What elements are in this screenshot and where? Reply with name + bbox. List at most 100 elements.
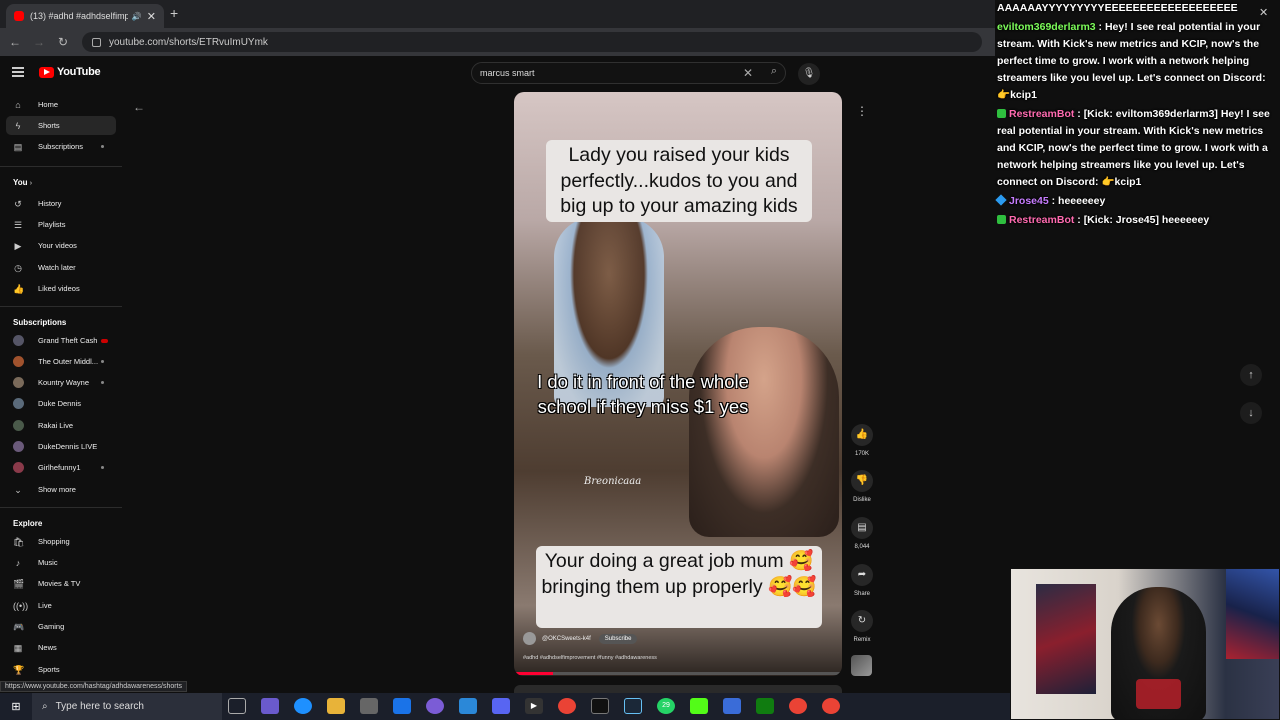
sidebar-item-sports[interactable]: 🏆 Sports (6, 660, 116, 679)
discord-icon[interactable] (492, 698, 510, 714)
kick-icon[interactable] (690, 698, 708, 714)
dislike-label: Dislike (853, 497, 871, 503)
remix-icon: ↻ (851, 610, 873, 632)
file-explorer-icon[interactable] (327, 698, 345, 714)
sidebar-item-liked-videos[interactable]: 👍 Liked videos (6, 279, 116, 298)
new-content-dot (101, 381, 104, 384)
search-icon[interactable]: ⌕ (771, 65, 777, 78)
channel-handle[interactable]: @OKCSweets-k4f (542, 636, 591, 642)
store-icon[interactable] (459, 698, 477, 714)
channel-avatar (13, 377, 24, 388)
next-short-preview[interactable] (514, 685, 842, 693)
comments-button[interactable]: ▤ 8,044 (848, 517, 876, 550)
sidebar-item-live[interactable]: ((•)) Live (6, 596, 116, 615)
new-tab-button[interactable]: + (170, 5, 178, 21)
app-icon[interactable] (426, 698, 444, 714)
clear-search-icon[interactable]: ✕ (743, 66, 753, 80)
sidebar-item-subscription[interactable]: The Outer Middl... (6, 352, 116, 371)
speaker-icon[interactable]: 🔊 (132, 12, 142, 21)
share-button[interactable]: ➦ Share (848, 564, 876, 597)
youtube-favicon-icon (14, 11, 24, 21)
task-view-icon[interactable] (228, 698, 246, 714)
sidebar-item-subscription[interactable]: Girlhefunny1 (6, 458, 116, 477)
sidebar-item-subscription[interactable]: DukeDennis LIVE (6, 437, 116, 456)
outlook-icon[interactable] (393, 698, 411, 714)
sidebar-item-news[interactable]: ▦ News (6, 638, 116, 657)
xbox-icon[interactable] (756, 698, 774, 714)
reload-icon[interactable]: ↻ (51, 35, 75, 49)
sidebar-item-label: Shorts (38, 121, 60, 130)
audio-thumbnail[interactable] (851, 655, 872, 676)
sidebar-item-subscription[interactable]: Kountry Wayne (6, 373, 116, 392)
chat-username: Jrose45 (1009, 195, 1049, 207)
sidebar-item-playlists[interactable]: ☰ Playlists (6, 215, 116, 234)
previous-short-arrow-icon[interactable]: ↑ (1240, 364, 1262, 386)
caption-middle: I do it in front of the whole school if … (537, 371, 749, 417)
chat-message: RestreamBot : [Kick: Jrose45] heeeeeey (997, 212, 1280, 229)
channel-avatar[interactable] (523, 632, 536, 645)
dislike-button[interactable]: 👎 Dislike (848, 470, 876, 503)
app-icon[interactable] (360, 698, 378, 714)
windows-start-icon[interactable]: ⊞ (0, 700, 32, 713)
sidebar-item-shorts[interactable]: ϟ Shorts (6, 116, 116, 135)
like-count: 170K (854, 451, 869, 457)
you-section-header[interactable]: You › (13, 178, 32, 187)
sidebar-item-subscription[interactable]: Grand Theft Cash (6, 331, 116, 350)
forward-icon[interactable]: → (27, 35, 51, 49)
browser-tab[interactable]: (13) #adhd #adhdselfimpro 🔊 ✕ (6, 4, 164, 28)
copilot-icon[interactable] (261, 698, 279, 714)
sidebar-item-movies[interactable]: 🎬 Movies & TV (6, 574, 116, 593)
more-options-icon[interactable]: ⋮ (856, 104, 868, 118)
sidebar-item-watch-later[interactable]: ◷ Watch later (6, 258, 116, 277)
back-arrow-icon[interactable]: ← (133, 100, 145, 114)
hashtags-link[interactable]: #adhd #adhdselfimprovement #funny #adhda… (523, 655, 657, 661)
chat-text: : [Kick: Jrose45] heeeeeey (1074, 214, 1210, 226)
remix-label: Remix (853, 637, 871, 643)
subscribe-button[interactable]: Subscribe (598, 633, 638, 644)
close-tab-icon[interactable]: ✕ (147, 10, 156, 23)
taskbar-apps: ▶ 29 (228, 698, 855, 714)
sidebar-item-subscription[interactable]: Rakai Live (6, 416, 116, 435)
url-field[interactable]: youtube.com/shorts/ETRvuImUYmk (82, 32, 982, 52)
status-link-preview: https://www.youtube.com/hashtag/adhdawar… (0, 681, 188, 692)
news-icon: ▦ (13, 642, 23, 653)
edge-icon[interactable] (294, 698, 312, 714)
remix-button[interactable]: ↻ Remix (848, 610, 876, 643)
chrome-icon[interactable] (789, 698, 807, 714)
taskbar-search-input[interactable]: ⌕ Type here to search (32, 693, 222, 720)
steam-icon[interactable] (624, 698, 642, 714)
dislike-icon: 👎 (851, 470, 873, 492)
back-icon[interactable]: ← (3, 35, 27, 49)
sidebar-item-your-videos[interactable]: ▶ Your videos (6, 236, 116, 255)
chrome-icon[interactable] (822, 698, 840, 714)
sports-icon: 🏆 (13, 664, 25, 675)
sidebar-item-subscriptions[interactable]: ▤ Subscriptions (6, 137, 116, 156)
sidebar-item-gaming[interactable]: 🎮 Gaming (6, 617, 116, 636)
chrome-icon[interactable] (558, 698, 576, 714)
playlists-icon: ☰ (13, 219, 23, 230)
next-short-arrow-icon[interactable]: ↓ (1240, 402, 1262, 424)
sidebar-item-music[interactable]: ♪ Music (6, 553, 116, 572)
media-player-icon[interactable]: ▶ (525, 698, 543, 714)
video-progress-bar[interactable] (514, 672, 842, 675)
sidebar-item-home[interactable]: ⌂ Home (6, 95, 116, 114)
sidebar-item-subscription[interactable]: Duke Dennis (6, 394, 116, 413)
voice-search-icon[interactable]: 🎙 (798, 63, 820, 85)
chat-text: AAAAAAYYYYYYYYYEEEEEEEEEEEEEEEEEEE (997, 2, 1238, 14)
whatsapp-icon[interactable]: 29 (657, 698, 675, 714)
sidebar-item-label: Rakai Live (38, 421, 74, 430)
search-query: marcus smart (480, 68, 535, 78)
shorts-player[interactable]: Lady you raised your kids perfectly...ku… (514, 92, 842, 676)
sidebar-item-shopping[interactable]: 🛍 Shopping (6, 532, 116, 551)
show-more-button[interactable]: ⌄ Show more (6, 480, 116, 499)
app-icon[interactable] (723, 698, 741, 714)
site-info-icon[interactable] (92, 37, 101, 47)
sidebar-item-history[interactable]: ↺ History (6, 194, 116, 213)
capcut-icon[interactable] (591, 698, 609, 714)
search-input[interactable]: marcus smart ✕ ⌕ (471, 62, 786, 84)
youtube-logo[interactable]: YouTube (39, 66, 101, 78)
history-icon: ↺ (14, 198, 22, 209)
window-close-icon[interactable]: ✕ (1259, 6, 1268, 19)
hamburger-menu-icon[interactable] (12, 67, 24, 77)
like-button[interactable]: 👍 170K (848, 424, 876, 457)
